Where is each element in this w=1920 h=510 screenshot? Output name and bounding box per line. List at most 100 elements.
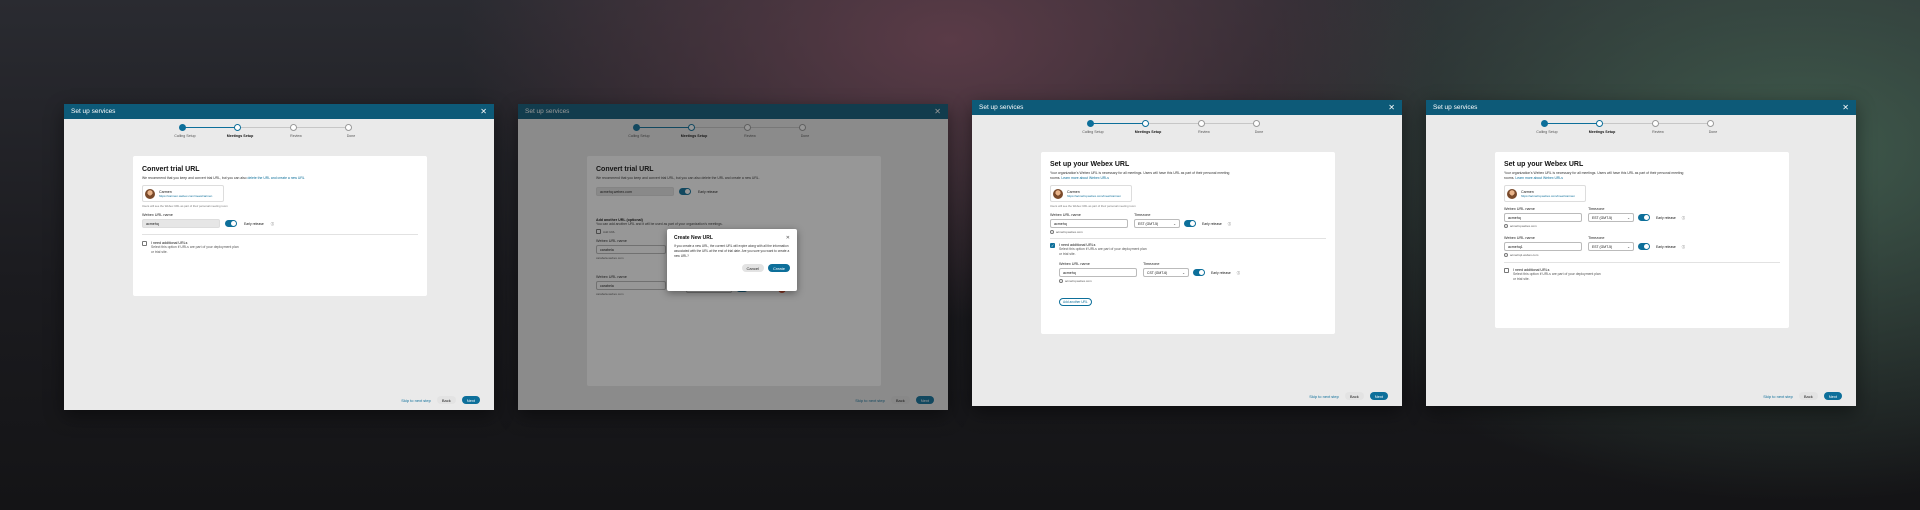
early-release-toggle[interactable] xyxy=(1638,243,1650,251)
additional-urls-desc: Select this option if URLs are part of y… xyxy=(1059,247,1147,257)
step-label: Review xyxy=(1198,130,1210,134)
create-button[interactable]: Create xyxy=(767,264,790,273)
step-label: Calling Setup xyxy=(1082,130,1104,134)
url-hint: acmehq1.webex.com xyxy=(1504,253,1582,258)
url-name-input[interactable]: acmehq xyxy=(1504,213,1582,223)
step-dot-review xyxy=(1198,120,1205,127)
timezone-label: Timezone xyxy=(1588,207,1605,212)
stepper: Calling Setup Meetings Setup Review Done xyxy=(174,119,379,149)
card-title: Set up your Webex URL xyxy=(1504,161,1584,168)
dialog-title: Set up services xyxy=(979,104,1024,111)
info-icon: ⓘ xyxy=(270,222,275,227)
early-release-label: Early release xyxy=(244,221,264,226)
step-dot-done xyxy=(1707,120,1714,127)
additional-urls-desc: Select this option if URLs are part of y… xyxy=(151,245,239,255)
user-preview: Carmen https://carmen.webex.com/meet/carm… xyxy=(142,185,224,203)
step-dot-review xyxy=(1652,120,1659,127)
url-hint: acmehq.webex.com xyxy=(1050,230,1128,235)
content-card: Set up your Webex URL Your organization'… xyxy=(1495,152,1789,328)
user-url: https://acmehq.webex.com/meet/carmen xyxy=(1067,193,1122,198)
step-label: Calling Setup xyxy=(174,134,196,138)
modal-title: Create New URL xyxy=(674,235,713,241)
step-label: Meetings Setup xyxy=(226,134,254,138)
url-name-input[interactable]: acmehq xyxy=(1050,219,1128,229)
card-title: Convert trial URL xyxy=(142,166,200,173)
dialog-header: Set up services ✕ xyxy=(972,100,1402,115)
avatar xyxy=(1507,188,1517,199)
dialog-setup-webex-url-2: Set up services ✕ Calling Setup Meetings … xyxy=(1426,100,1856,406)
modal-close-icon[interactable]: ✕ xyxy=(786,235,790,241)
url-name-input: acmehq xyxy=(142,219,220,229)
stepper: Calling Setup Meetings Setup Review Done xyxy=(1082,115,1287,145)
url-hint: acmehq.webex.com xyxy=(1504,224,1582,229)
dialog-header: Set up services ✕ xyxy=(64,104,494,119)
back-button[interactable]: Back xyxy=(1798,392,1818,400)
add-another-url-button[interactable]: Add another URL xyxy=(1059,298,1092,307)
early-release-toggle[interactable] xyxy=(1184,220,1196,228)
step-label: Meetings Setup xyxy=(1588,130,1616,134)
early-release-toggle[interactable] xyxy=(1193,269,1205,277)
info-icon: ⓘ xyxy=(1227,222,1232,227)
url-name-label: Webex URL name xyxy=(1050,213,1081,218)
url-name-input[interactable]: acmehq xyxy=(1059,268,1137,278)
footer: Skip to next step Back Next xyxy=(401,396,480,404)
close-icon[interactable]: ✕ xyxy=(480,107,487,116)
dialog-convert-trial-url: Set up services ✕ Calling Setup Meetings … xyxy=(64,104,494,410)
step-dot-done xyxy=(345,124,352,131)
next-button[interactable]: Next xyxy=(1369,392,1388,400)
timezone-select[interactable]: CST (GMT-6) ⌄ xyxy=(1143,268,1189,278)
additional-urls-checkbox[interactable]: ✓ xyxy=(1050,243,1055,249)
stepper: Calling Setup Meetings Setup Review Done xyxy=(1536,115,1741,145)
next-button[interactable]: Next xyxy=(461,396,480,404)
user-preview: Carmen https://acmehq.webex.com/meet/carm… xyxy=(1504,185,1586,203)
delete-url-link[interactable]: delete the URL and create a new URL xyxy=(248,176,305,180)
step-label: Calling Setup xyxy=(1536,130,1558,134)
dialog-setup-webex-url: Set up services ✕ Calling Setup Meetings … xyxy=(972,100,1402,406)
step-dot-meetings xyxy=(1142,120,1149,127)
additional-urls-desc: Select this option if URLs are part of y… xyxy=(1513,272,1601,282)
step-dot-calling xyxy=(1541,120,1548,127)
learn-more-link[interactable]: Learn more about Webex URLs xyxy=(1061,176,1109,180)
step-label: Review xyxy=(1652,130,1664,134)
create-url-modal: Create New URL ✕ If you create a new URL,… xyxy=(667,229,797,291)
dialog-title: Set up services xyxy=(1433,104,1478,111)
additional-urls-checkbox[interactable] xyxy=(142,241,147,247)
timezone-label: Timezone xyxy=(1588,236,1605,241)
step-label: Done xyxy=(1708,130,1718,134)
card-title: Set up your Webex URL xyxy=(1050,161,1130,168)
card-description: We recommend that you keep and convert t… xyxy=(142,176,247,180)
timezone-select[interactable]: EST (GMT-5)⌄ xyxy=(1588,242,1634,252)
footer: Skip to next step Back Next xyxy=(1309,392,1388,400)
step-dot-calling xyxy=(1087,120,1094,127)
early-release-label: Early release xyxy=(1656,244,1676,249)
timezone-label: Timezone xyxy=(1143,262,1160,267)
step-label: Done xyxy=(346,134,356,138)
url-name-input[interactable]: acmehq1 xyxy=(1504,242,1582,252)
additional-urls-checkbox[interactable] xyxy=(1504,268,1509,274)
skip-link[interactable]: Skip to next step xyxy=(401,398,431,403)
url-hint: acmehq.webex.com xyxy=(1059,279,1137,284)
timezone-label: Timezone xyxy=(1134,213,1151,218)
user-preview: Carmen https://acmehq.webex.com/meet/carm… xyxy=(1050,185,1132,203)
cancel-button[interactable]: Cancel xyxy=(741,264,764,273)
step-dot-calling xyxy=(179,124,186,131)
back-button[interactable]: Back xyxy=(436,396,456,404)
early-release-toggle[interactable] xyxy=(225,220,237,228)
timezone-select[interactable]: EST (GMT-5)⌄ xyxy=(1134,219,1180,229)
early-release-toggle[interactable] xyxy=(1638,214,1650,222)
close-icon[interactable]: ✕ xyxy=(1842,103,1849,112)
skip-link[interactable]: Skip to next step xyxy=(1309,394,1339,399)
early-release-label: Early release xyxy=(1656,215,1676,220)
back-button[interactable]: Back xyxy=(1344,392,1364,400)
avatar xyxy=(1053,188,1063,199)
step-dot-meetings xyxy=(234,124,241,131)
footer: Skip to next step Back Next xyxy=(1763,392,1842,400)
learn-more-link[interactable]: Learn more about Webex URLs xyxy=(1515,176,1563,180)
timezone-select[interactable]: EST (GMT-5)⌄ xyxy=(1588,213,1634,223)
info-icon: ⓘ xyxy=(1681,216,1686,221)
next-button[interactable]: Next xyxy=(1823,392,1842,400)
skip-link[interactable]: Skip to next step xyxy=(1763,394,1793,399)
close-icon[interactable]: ✕ xyxy=(1388,103,1395,112)
user-url: https://acmehq.webex.com/meet/carmen xyxy=(1521,193,1576,198)
user-url: https://carmen.webex.com/meet/carmen xyxy=(159,193,213,198)
